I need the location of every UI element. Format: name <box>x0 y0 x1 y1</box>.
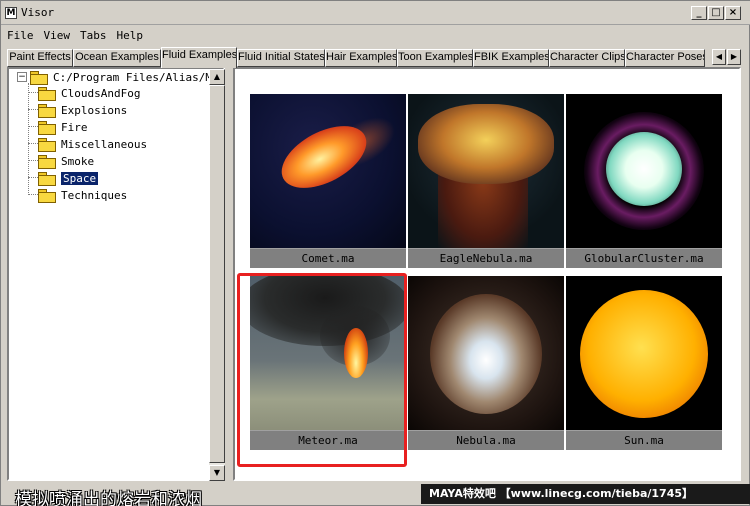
tree-guide-line <box>28 126 38 127</box>
visor-window: M Visor _ □ × File View Tabs Help Paint … <box>0 0 750 506</box>
tree-item-label: Smoke <box>61 154 95 168</box>
menu-tabs[interactable]: Tabs <box>80 29 107 45</box>
open-folder-icon <box>38 172 56 186</box>
menu-bar: File View Tabs Help <box>1 29 143 45</box>
globularcluster-preview-image <box>566 94 722 248</box>
thumbnail-comet[interactable]: Comet.ma <box>250 94 406 268</box>
thumbnail-gallery: Comet.ma EagleNebula.ma GlobularCluster.… <box>233 67 741 481</box>
watermark-banner: MAYA特效吧 【www.linecg.com/tieba/1745】 <box>421 484 750 504</box>
tree-item-smoke[interactable]: Smoke <box>38 153 94 169</box>
tab-fluid-initial-states[interactable]: Fluid Initial States <box>237 49 325 67</box>
window-title: Visor <box>21 6 55 19</box>
folder-icon <box>38 189 56 203</box>
nebula-preview-image <box>408 276 564 430</box>
menu-help[interactable]: Help <box>117 29 144 45</box>
tree-guide-line <box>28 160 38 161</box>
maximize-button[interactable]: □ <box>708 6 724 20</box>
tab-character-clips[interactable]: Character Clips <box>549 49 625 67</box>
scroll-up-icon[interactable]: ▲ <box>209 69 225 85</box>
thumbnail-nebula[interactable]: Nebula.ma <box>408 276 564 450</box>
collapse-icon[interactable]: − <box>17 72 27 82</box>
meteor-preview-image <box>250 276 406 430</box>
tree-item-techniques[interactable]: Techniques <box>38 187 127 203</box>
menu-file[interactable]: File <box>7 29 34 45</box>
tab-paint-effects[interactable]: Paint Effects <box>7 49 73 67</box>
thumbnail-caption: Meteor.ma <box>250 430 406 450</box>
tree-item-label: Fire <box>61 120 88 134</box>
tree-guide-line <box>28 177 38 178</box>
sun-preview-image <box>566 276 722 430</box>
tree-guide-line <box>28 92 38 93</box>
scroll-thumb[interactable] <box>209 85 225 463</box>
tree-item-label: Techniques <box>61 188 128 202</box>
maya-icon: M <box>5 7 17 19</box>
thumbnail-meteor[interactable]: Meteor.ma <box>250 276 406 450</box>
tab-strip: Paint Effects Ocean Examples Fluid Examp… <box>7 47 745 68</box>
tab-fbik-examples[interactable]: FBIK Examples <box>473 49 549 67</box>
tree-item-space[interactable]: Space <box>38 170 99 186</box>
tab-scroll-left-icon[interactable]: ◀ <box>712 49 726 65</box>
tree-root-label: C:/Program Files/Alias/Ma <box>53 70 219 84</box>
tree-item-label: CloudsAndFog <box>61 86 141 100</box>
tree-scrollbar[interactable]: ▲ ▼ <box>209 69 225 481</box>
thumbnail-caption: EagleNebula.ma <box>408 248 564 268</box>
tab-toon-examples[interactable]: Toon Examples <box>397 49 473 67</box>
window-controls: _ □ × <box>691 6 741 20</box>
folder-icon <box>38 104 56 118</box>
tab-ocean-examples[interactable]: Ocean Examples <box>73 49 161 67</box>
thumbnail-caption: Nebula.ma <box>408 430 564 450</box>
tab-scroll-right-icon[interactable]: ▶ <box>727 49 741 65</box>
tab-fluid-examples[interactable]: Fluid Examples <box>161 47 237 68</box>
tree-root[interactable]: − C:/Program Files/Alias/Ma <box>17 69 219 85</box>
folder-icon <box>38 87 56 101</box>
minimize-button[interactable]: _ <box>691 6 707 20</box>
tree-guide-line <box>28 194 38 195</box>
tree-item-explosions[interactable]: Explosions <box>38 102 127 118</box>
tree-item-label: Explosions <box>61 103 128 117</box>
folder-icon <box>38 155 56 169</box>
thumbnail-eaglenebula[interactable]: EagleNebula.ma <box>408 94 564 268</box>
folder-tree: − C:/Program Files/Alias/Ma CloudsAndFog… <box>7 67 225 481</box>
thumbnail-sun[interactable]: Sun.ma <box>566 276 722 450</box>
title-bar: M Visor _ □ × <box>1 1 750 25</box>
tree-item-label: Miscellaneous <box>61 137 148 151</box>
thumbnail-caption: Sun.ma <box>566 430 722 450</box>
tree-item-cloudsandfog[interactable]: CloudsAndFog <box>38 85 140 101</box>
folder-icon <box>38 121 56 135</box>
tree-item-fire[interactable]: Fire <box>38 119 88 135</box>
tab-hair-examples[interactable]: Hair Examples <box>325 49 397 67</box>
comet-preview-image <box>250 94 406 248</box>
thumbnail-caption: Comet.ma <box>250 248 406 268</box>
tree-item-label: Space <box>61 171 99 185</box>
eaglenebula-preview-image <box>408 94 564 248</box>
folder-icon <box>38 138 56 152</box>
tab-character-poses[interactable]: Character Poses <box>625 49 705 67</box>
thumbnail-globularcluster[interactable]: GlobularCluster.ma <box>566 94 722 268</box>
close-button[interactable]: × <box>725 6 741 20</box>
tree-item-miscellaneous[interactable]: Miscellaneous <box>38 136 147 152</box>
menu-view[interactable]: View <box>44 29 71 45</box>
thumbnail-caption: GlobularCluster.ma <box>566 248 722 268</box>
tab-scroll-arrows: ◀ ▶ <box>712 49 741 65</box>
folder-icon <box>30 71 48 85</box>
chinese-caption: 模拟喷涌出的熔岩和浓烟 <box>15 490 202 506</box>
tree-guide-line <box>28 143 38 144</box>
tree-guide-line <box>28 83 29 195</box>
tree-guide-line <box>28 109 38 110</box>
scroll-down-icon[interactable]: ▼ <box>209 465 225 481</box>
